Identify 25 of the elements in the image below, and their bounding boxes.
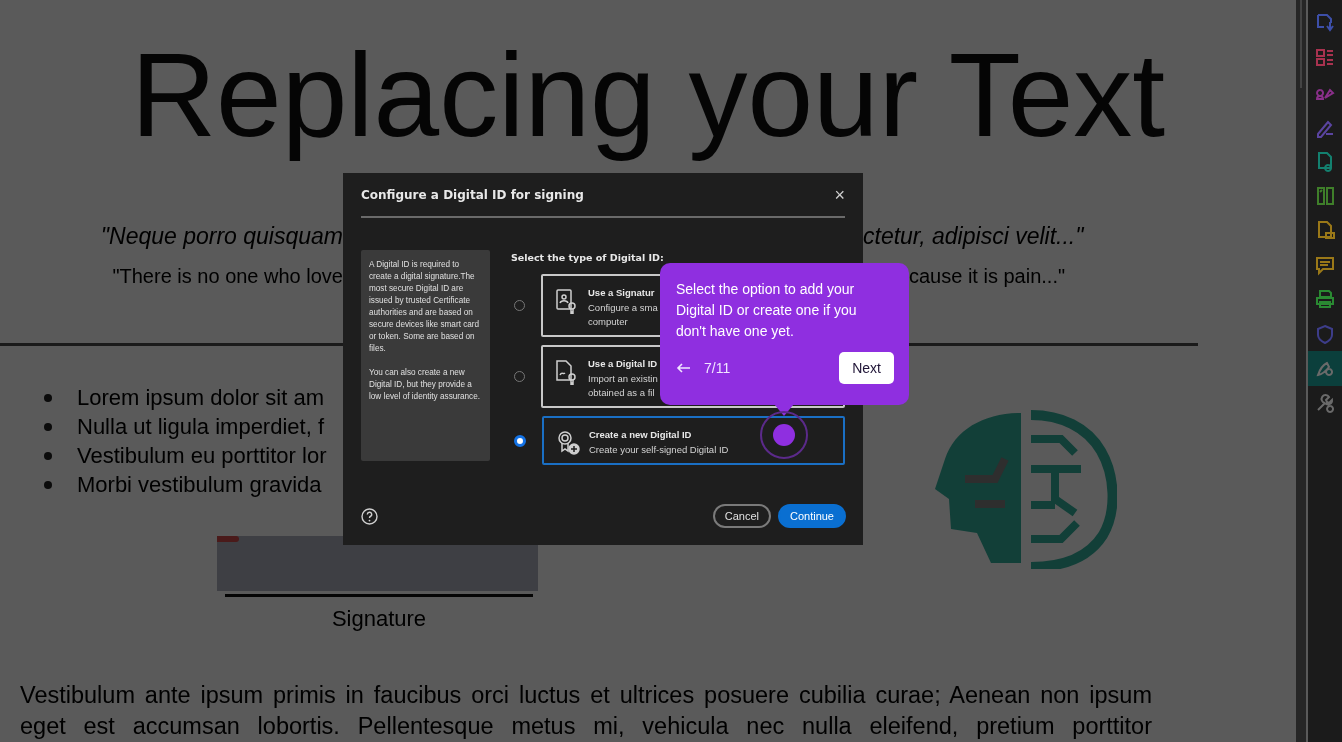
body-paragraph: Vestibulum ante ipsum primis in faucibus orci luctus et ultrices posuere cubilia curae; Aenean non ipsum eget est accumsan lobortis. Pellentesque metus mi, vehicula nec nulla eleifend, pretium porttitor <box>20 681 1152 741</box>
bullet-text: Vestibulum eu porttitor lor <box>77 442 327 469</box>
option-description: Import an existin <box>588 372 658 386</box>
bullet-text: Nulla ut ligula imperdiet, f <box>77 413 324 440</box>
option-title: Use a Signatur <box>588 286 656 300</box>
option-description: Create your self-signed Digital ID <box>589 443 729 457</box>
document-title: Replacing your Text <box>129 28 1167 163</box>
quote-text: "Neque porro quisquam <box>99 222 343 251</box>
quote-text: cause it is pain..." <box>908 264 1067 289</box>
option-description: computer <box>588 315 629 329</box>
bullet-text: Morbi vestibulum gravida <box>77 471 322 498</box>
tooltip-text: Select the option to add your Digital ID or create one if you don't have one yet. <box>676 280 858 341</box>
prompt-label: Select the type of Digital ID: <box>511 252 665 265</box>
quote-text: "There is no one who love <box>111 264 343 289</box>
bullet-text: Lorem ipsum dolor sit am <box>77 384 324 411</box>
option-description: obtained as a fil <box>588 386 656 400</box>
option-description: Configure a sma <box>588 301 658 315</box>
info-text: You can also create a new Digital ID, but they provide a low level of identity assurance. <box>369 367 482 403</box>
dialog-title: Configure a Digital ID for signing <box>361 187 584 202</box>
option-title: Use a Digital ID <box>588 357 658 371</box>
option-title: Create a new Digital ID <box>589 428 693 442</box>
signature-label: Signature <box>330 606 428 632</box>
step-counter: 7/11 <box>704 360 732 376</box>
quote-text: ctetur, adipisci velit..." <box>863 222 1085 251</box>
info-text: A Digital ID is required to create a digital signature.The most secure Digital ID are issued by trusted Certificate authorities and are based on secure devices like smart card or token. Some are based on files. <box>369 259 481 355</box>
